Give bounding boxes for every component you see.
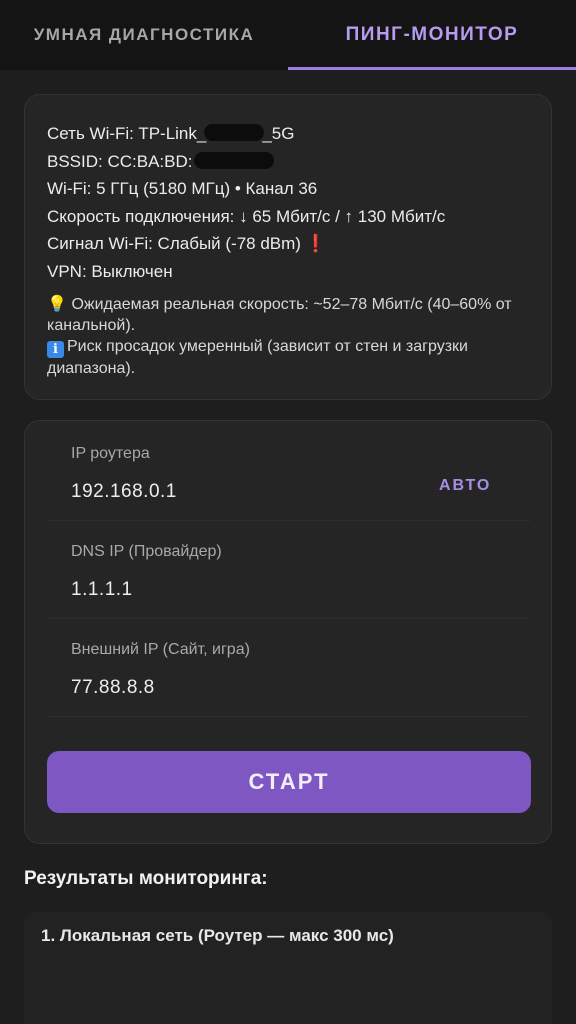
dns-ip-input[interactable]: 1.1.1.1	[71, 579, 133, 601]
bssid-prefix: BSSID: CC:BA:BD:	[47, 151, 193, 171]
expected-speed-tip: 💡 Ожидаемая реальная скорость: ~52–78 Мб…	[47, 294, 529, 336]
tab-smart-diagnostics[interactable]: УМНАЯ ДИАГНОСТИКА	[0, 0, 288, 70]
wifi-name-suffix: _5G	[262, 124, 295, 143]
redaction-mark	[194, 151, 275, 169]
tab-bar: УМНАЯ ДИАГНОСТИКА ПИНГ-МОНИТОР	[0, 0, 576, 70]
results-title: Результаты мониторинга:	[24, 868, 268, 889]
wifi-name-line: Сеть Wi-Fi: TP-Link_ _5G	[47, 120, 529, 148]
tab-ping-monitor[interactable]: ПИНГ-МОНИТОР	[288, 0, 576, 70]
vpn-line: VPN: Выключен	[47, 261, 173, 281]
bssid-line: BSSID: CC:BA:BD:	[47, 148, 529, 176]
divider	[47, 716, 531, 717]
risk-tip: i Риск просадок умеренный (зависит от сте…	[47, 336, 529, 379]
router-ip-label: IP роутера	[71, 445, 150, 462]
redaction-mark	[204, 124, 265, 141]
signal-line: Сигнал Wi-Fi: Слабый (-78 dBm) ❗	[47, 230, 529, 258]
speed-tips: 💡 Ожидаемая реальная скорость: ~52–78 Мб…	[47, 294, 529, 379]
exclamation-icon: ❗	[304, 234, 327, 253]
result-item[interactable]: 1. Локальная сеть (Роутер — макс 300 мс)	[24, 912, 552, 1024]
wifi-name-prefix: Сеть Wi-Fi: TP-Link_	[47, 124, 207, 143]
dns-ip-label: DNS IP (Провайдер)	[71, 543, 222, 560]
router-ip-input[interactable]: 192.168.0.1	[71, 481, 177, 503]
result-item-label: 1. Локальная сеть (Роутер — макс 300 мс)	[41, 926, 394, 945]
network-info-card: Сеть Wi-Fi: TP-Link_ _5G BSSID: CC:BA:BD:…	[24, 94, 552, 400]
risk-text: Риск просадок умеренный (зависит от стен…	[47, 338, 468, 377]
signal-text: Сигнал Wi-Fi: Слабый (-78 dBm)	[47, 234, 301, 253]
ip-settings-card: IP роутера 192.168.0.1 АВТО DNS IP (Пров…	[24, 420, 552, 844]
lightbulb-icon: 💡	[47, 296, 67, 313]
divider	[47, 618, 531, 619]
connection-speed-line: Скорость подключения: ↓ 65 Мбит/с / ↑ 13…	[47, 206, 446, 226]
auto-button[interactable]: АВТО	[439, 477, 491, 495]
divider	[47, 520, 531, 521]
external-ip-label: Внешний IP (Сайт, игра)	[71, 641, 250, 658]
wifi-band-line: Wi-Fi: 5 ГГц (5180 МГц) • Канал 36	[47, 179, 318, 198]
external-ip-input[interactable]: 77.88.8.8	[71, 677, 155, 699]
start-button[interactable]: СТАРТ	[47, 751, 531, 813]
info-icon: i	[47, 341, 64, 358]
expected-speed-text: Ожидаемая реальная скорость: ~52–78 Мбит…	[47, 296, 512, 334]
